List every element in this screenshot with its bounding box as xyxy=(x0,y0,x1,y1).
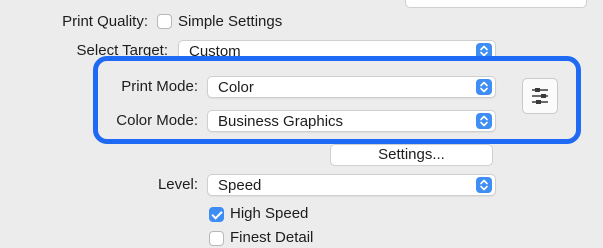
level-popup[interactable]: Speed xyxy=(207,174,496,196)
finest-detail-checkbox[interactable] xyxy=(209,231,224,246)
color-mode-popup[interactable]: Business Graphics xyxy=(207,110,496,132)
finest-detail-label[interactable]: Finest Detail xyxy=(230,229,313,247)
top-partial-control[interactable] xyxy=(405,0,587,8)
level-label: Level: xyxy=(157,176,198,193)
color-adjust-button[interactable] xyxy=(522,78,558,114)
print-mode-popup[interactable]: Color xyxy=(207,76,496,98)
print-mode-label: Print Mode: xyxy=(121,78,198,95)
color-mode-label: Color Mode: xyxy=(116,112,198,129)
print-quality-label: Print Quality: xyxy=(62,13,148,30)
simple-settings-checkbox[interactable] xyxy=(157,14,172,29)
color-mode-value: Business Graphics xyxy=(218,113,344,130)
high-speed-checkbox[interactable] xyxy=(209,207,224,222)
settings-button[interactable]: Settings... xyxy=(330,144,493,166)
simple-settings-label[interactable]: Simple Settings xyxy=(178,13,282,31)
popup-arrows-icon xyxy=(476,177,492,193)
popup-arrows-icon xyxy=(476,79,492,95)
level-value: Speed xyxy=(218,177,262,194)
print-mode-value: Color xyxy=(218,79,254,96)
sliders-icon xyxy=(532,88,548,104)
popup-arrows-icon xyxy=(476,113,492,129)
high-speed-label[interactable]: High Speed xyxy=(230,205,308,223)
